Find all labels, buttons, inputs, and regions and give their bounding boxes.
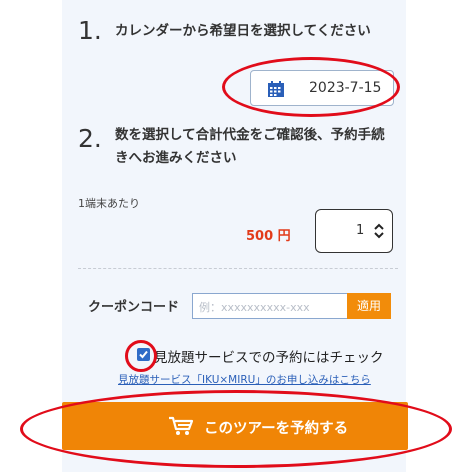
step-1-number: 1. [78, 16, 102, 45]
quantity-value: 1 [356, 223, 365, 238]
coupon-input[interactable]: 例：xxxxxxxxxx-xxx [192, 293, 348, 319]
cart-icon [168, 416, 194, 436]
step-1: 1. カレンダーから希望日を選択してください [62, 0, 406, 70]
subscription-checkbox[interactable] [137, 348, 150, 361]
quantity-stepper[interactable]: 1 [315, 209, 393, 253]
date-selector[interactable]: 2023-7-15 [250, 70, 394, 106]
coupon-label: クーポンコード [88, 300, 180, 315]
step-2: 2. 数を選択して合計代金をご確認後、予約手続きへお進みください [62, 0, 406, 166]
per-unit-label: 1端末あたり [78, 197, 140, 210]
calendar-icon [267, 80, 285, 98]
step-2-text: 数を選択して合計代金をご確認後、予約手続きへお進みください [115, 127, 385, 166]
subscription-signup-link[interactable]: 見放題サービス「IKU×MIRU」のお申し込みはこちら [118, 372, 371, 387]
book-button-label: このツアーを予約する [204, 421, 349, 437]
booking-panel: 1. カレンダーから希望日を選択してください 2023-7-15 2. 数を選択… [62, 0, 408, 472]
selected-date: 2023-7-15 [309, 80, 382, 96]
unit-price: 500 円 [246, 229, 291, 244]
step-1-text: カレンダーから希望日を選択してください [115, 23, 371, 39]
step-2-number: 2. [78, 124, 102, 153]
chevron-up-down-icon [373, 222, 385, 240]
apply-coupon-button[interactable]: 適用 [347, 293, 391, 319]
subscription-checkbox-label: 見放題サービスでの予約にはチェック [154, 350, 384, 366]
divider [78, 268, 398, 269]
book-tour-button[interactable]: このツアーを予約する [62, 402, 408, 450]
